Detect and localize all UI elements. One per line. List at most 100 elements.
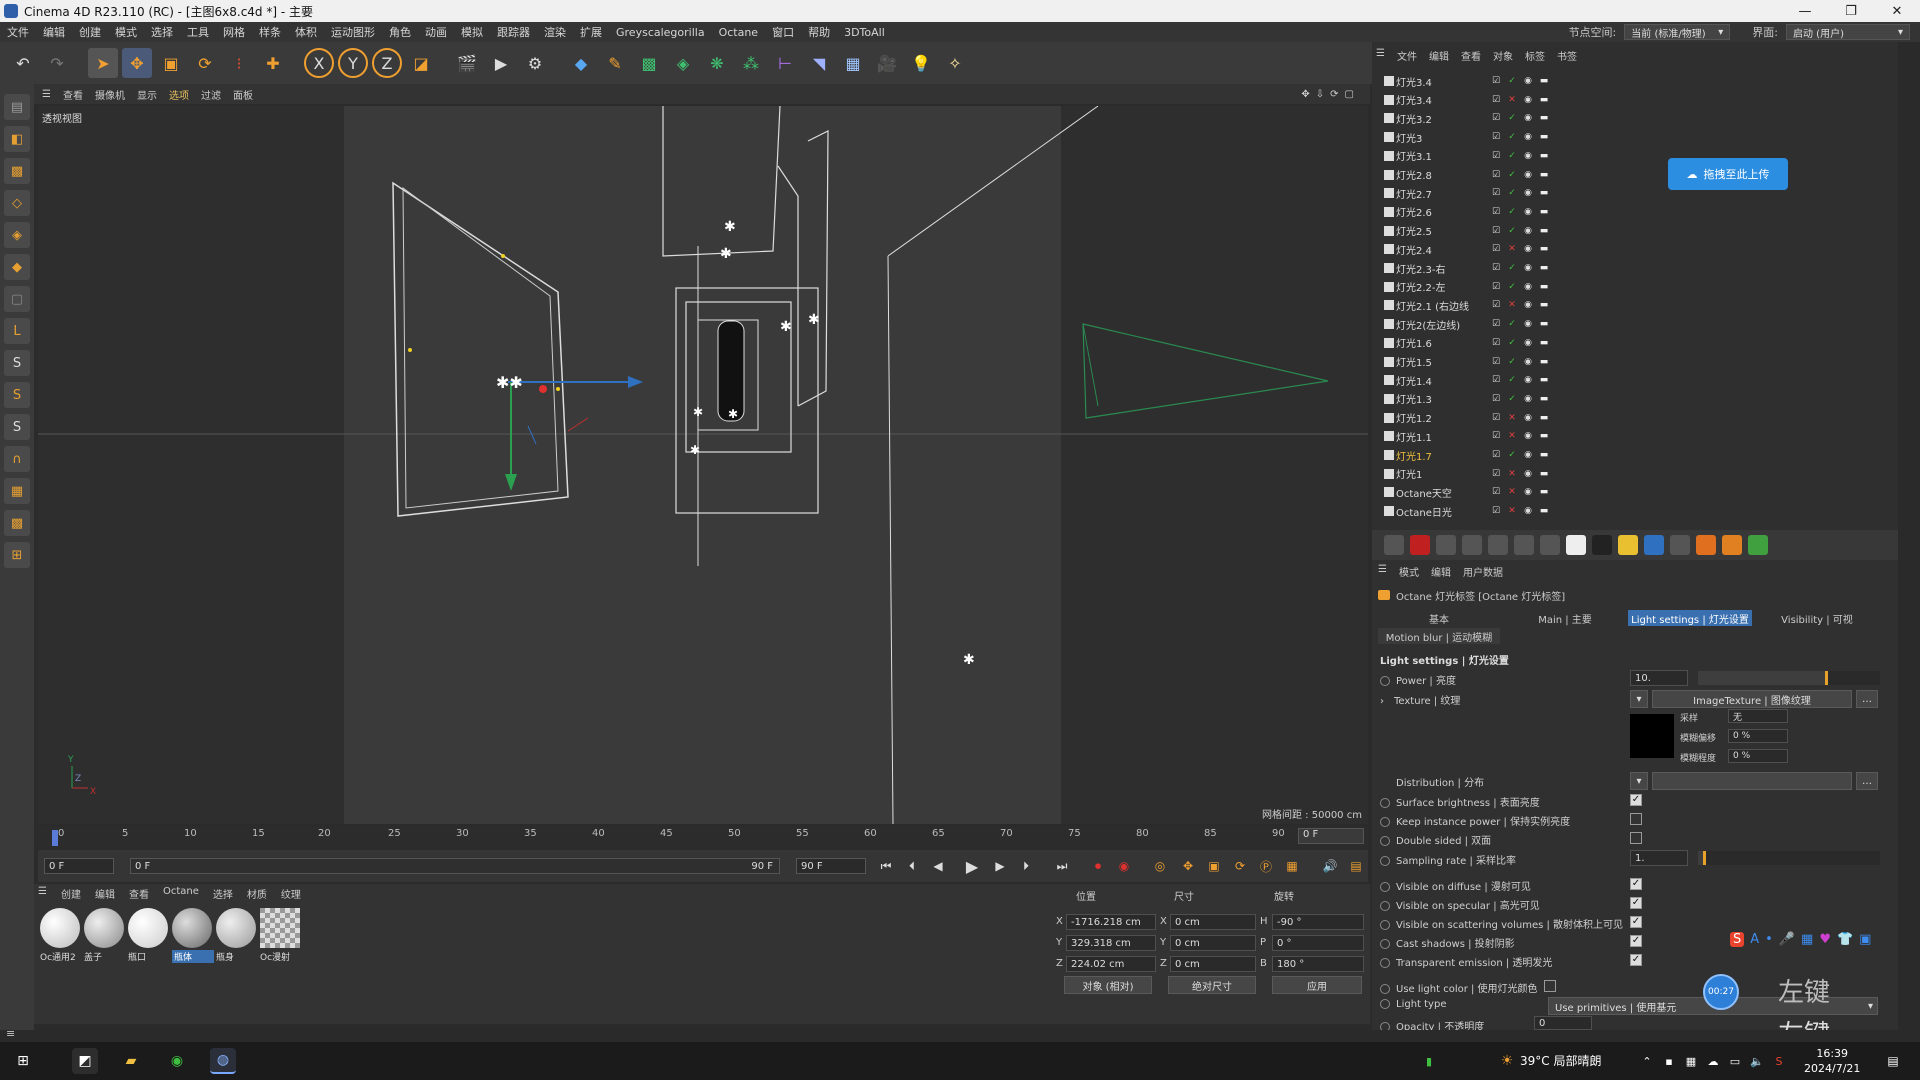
object-row[interactable]: 灯光1.2 ☑ ✕ ◉ ▬ <box>1380 409 1880 427</box>
octane-gradient-icon[interactable] <box>1670 535 1690 555</box>
object-row[interactable]: 灯光2.8 ☑ ✓ ◉ ▬ <box>1380 166 1880 184</box>
octane-sun-icon[interactable] <box>1618 535 1638 555</box>
next-key-icon[interactable]: ⏵ <box>1016 856 1036 876</box>
enabled-check-icon[interactable]: ✓ <box>1506 262 1518 274</box>
texture-preview[interactable] <box>1630 714 1674 758</box>
enabled-check-icon[interactable]: ✓ <box>1506 206 1518 218</box>
octane-light-tag-icon[interactable]: ◉ <box>1522 374 1534 386</box>
ime-punct-icon[interactable]: • <box>1765 932 1773 947</box>
y-axis-icon[interactable]: Y <box>338 48 368 78</box>
layout-dropdown[interactable]: 启动 (用户) ▾ <box>1786 24 1910 40</box>
light-tag-icon[interactable]: ▬ <box>1538 94 1550 106</box>
tab-light-settings[interactable]: Light settings | 灯光设置 <box>1628 610 1752 626</box>
object-row[interactable]: 灯光3.1 ☑ ✓ ◉ ▬ <box>1380 147 1880 165</box>
octane-light-tag-icon[interactable]: ◉ <box>1522 75 1534 87</box>
menu-mograph[interactable]: 运动图形 <box>324 24 382 40</box>
object-row[interactable]: 灯光3.4 ☑ ✕ ◉ ▬ <box>1380 91 1880 109</box>
menu-greyscalegorilla[interactable]: Greyscalegorilla <box>609 26 712 39</box>
vp-menu-options[interactable]: 选项 <box>169 87 189 102</box>
obj-menu-bookmark[interactable]: 书签 <box>1557 48 1577 63</box>
z-axis-icon[interactable]: Z <box>372 48 402 78</box>
attr-menu-userdata[interactable]: 用户数据 <box>1463 564 1503 579</box>
octane-shader-icon[interactable] <box>1514 535 1534 555</box>
enabled-check-icon[interactable]: ✓ <box>1506 169 1518 181</box>
light-tag-icon[interactable]: ▬ <box>1538 112 1550 124</box>
tab-main[interactable]: Main | 主要 <box>1504 610 1626 626</box>
layer-icon[interactable]: ☑ <box>1490 206 1502 218</box>
material-swatch-selected[interactable]: 瓶体 <box>172 908 214 964</box>
light-tag-icon[interactable]: ▬ <box>1538 486 1550 498</box>
minimize-button[interactable]: — <box>1782 0 1828 22</box>
octane-light-tag-icon[interactable]: ◉ <box>1522 225 1534 237</box>
enabled-check-icon[interactable]: ✓ <box>1506 281 1518 293</box>
enabled-check-icon[interactable]: ✓ <box>1506 374 1518 386</box>
battery-icon[interactable]: ▮ <box>1416 1048 1442 1074</box>
menu-help[interactable]: 帮助 <box>801 24 837 40</box>
coord-mode-dropdown[interactable]: 对象 (相对) <box>1064 976 1152 994</box>
mat-menu-material[interactable]: 材质 <box>247 886 267 901</box>
tray-sogou-icon[interactable]: S <box>1766 1048 1792 1074</box>
windows-start-icon[interactable]: ⊞ <box>10 1048 36 1074</box>
transparent-emission-checkbox[interactable]: ✓ <box>1630 954 1642 966</box>
light-tag-icon[interactable]: ▬ <box>1538 131 1550 143</box>
layer-icon[interactable]: ☑ <box>1490 131 1502 143</box>
light-tag-icon[interactable]: ▬ <box>1538 206 1550 218</box>
menu-simulate[interactable]: 模拟 <box>454 24 490 40</box>
floor-icon[interactable]: ▦ <box>838 48 868 78</box>
enabled-check-icon[interactable]: ✓ <box>1506 150 1518 162</box>
blur-offset-field[interactable]: 0 % <box>1728 729 1788 743</box>
layer-icon[interactable]: ☑ <box>1490 486 1502 498</box>
size-x-field[interactable]: 0 cm <box>1170 914 1256 930</box>
expand-chevron-icon[interactable]: › <box>1380 696 1384 707</box>
sampling-slider[interactable] <box>1698 851 1880 865</box>
menu-window[interactable]: 窗口 <box>765 24 801 40</box>
sogou-ime-icon[interactable]: S <box>1730 932 1745 947</box>
undo-icon[interactable]: ↶ <box>8 48 38 78</box>
light-tag-icon[interactable]: ▬ <box>1538 374 1550 386</box>
object-row[interactable]: 灯光1.7 ☑ ✓ ◉ ▬ <box>1380 446 1880 464</box>
menu-tools[interactable]: 工具 <box>180 24 216 40</box>
rot-b-field[interactable]: 180 ° <box>1272 956 1364 972</box>
material-swatch[interactable]: 瓶身 <box>216 908 258 964</box>
menu-create[interactable]: 创建 <box>72 24 108 40</box>
anim-radio-icon[interactable] <box>1380 836 1390 846</box>
menu-extensions[interactable]: 扩展 <box>573 24 609 40</box>
obj-menu-edit[interactable]: 编辑 <box>1429 48 1449 63</box>
layer-icon[interactable]: ☑ <box>1490 150 1502 162</box>
node-space-dropdown[interactable]: 当前 (标准/物理) ▾ <box>1624 24 1731 40</box>
cinema4d-taskbar-icon[interactable]: ◍ <box>210 1048 236 1074</box>
browser-icon[interactable]: ◉ <box>164 1048 190 1074</box>
ime-toolbox-icon[interactable]: ▣ <box>1859 932 1871 947</box>
octane-light-tag-icon[interactable]: ◉ <box>1522 486 1534 498</box>
attr-menu-edit[interactable]: 编辑 <box>1431 564 1451 579</box>
octane-live-viewer-icon[interactable] <box>1384 535 1404 555</box>
object-row[interactable]: 灯光1.6 ☑ ✓ ◉ ▬ <box>1380 334 1880 352</box>
texture-more-button[interactable]: … <box>1856 690 1878 708</box>
anim-radio-icon[interactable] <box>1380 958 1390 968</box>
close-button[interactable]: ✕ <box>1874 0 1920 22</box>
current-frame-field[interactable]: 0 F <box>1298 828 1364 844</box>
camera-icon[interactable]: 🎥 <box>872 48 902 78</box>
object-row[interactable]: Octane日光 ☑ ✕ ◉ ▬ <box>1380 502 1880 520</box>
object-row[interactable]: 灯光2.1 (右边线 ☑ ✕ ◉ ▬ <box>1380 296 1880 314</box>
upload-drop-badge[interactable]: ☁ 拖拽至此上传 <box>1668 158 1788 190</box>
enabled-check-icon[interactable]: ✓ <box>1506 112 1518 124</box>
ime-skin-icon[interactable]: 👕 <box>1837 932 1853 947</box>
render-settings-icon[interactable]: ⚙ <box>520 48 550 78</box>
octane-light-tag-icon[interactable]: ◉ <box>1522 243 1534 255</box>
light-color-checkbox[interactable] <box>1544 980 1556 992</box>
size-y-field[interactable]: 0 cm <box>1170 935 1256 951</box>
menu-tracker[interactable]: 跟踪器 <box>490 24 537 40</box>
light-tag-icon[interactable]: ▬ <box>1538 262 1550 274</box>
obj-menu-object[interactable]: 对象 <box>1493 48 1513 63</box>
uv-mode-icon[interactable]: ▢ <box>4 286 30 312</box>
octane-light-tag-icon[interactable]: ◉ <box>1522 206 1534 218</box>
anim-radio-icon[interactable] <box>1380 856 1390 866</box>
model-mode-icon[interactable]: ◧ <box>4 126 30 152</box>
sampling-field[interactable]: 1. <box>1630 850 1688 866</box>
subdivide-icon[interactable]: ▩ <box>634 48 664 78</box>
object-row[interactable]: 灯光2(左边线) ☑ ✓ ◉ ▬ <box>1380 315 1880 333</box>
keyframe-selection-icon[interactable]: ◎ <box>1150 856 1170 876</box>
enabled-check-icon[interactable]: ✓ <box>1506 337 1518 349</box>
layer-icon[interactable]: ☑ <box>1490 281 1502 293</box>
